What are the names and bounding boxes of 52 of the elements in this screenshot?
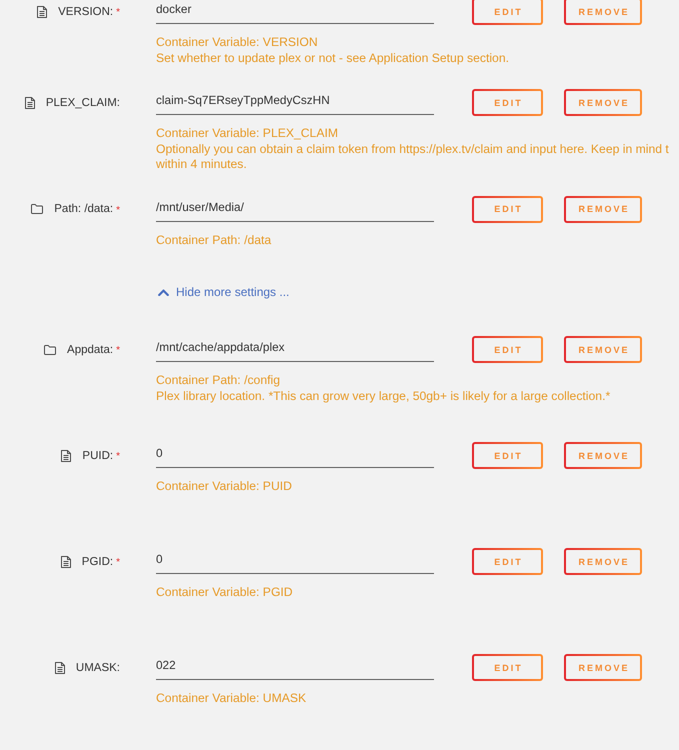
- field-label: Appdata:: [67, 344, 114, 356]
- text-field[interactable]: 0: [156, 442, 434, 468]
- edit-button[interactable]: EDIT: [472, 196, 543, 222]
- field-description: Container Variable: VERSION: [156, 35, 318, 50]
- field-description: Container Variable: PLEX_CLAIM: [156, 126, 338, 142]
- field-description: Plex library location. *This can grow very large, 50gb+ is likely for a large collection.*: [156, 388, 610, 404]
- remove-button[interactable]: REMOVE: [564, 442, 642, 469]
- field-description: Container Path: /config: [156, 373, 280, 388]
- required-asterisk: *: [116, 452, 120, 462]
- required-asterisk: *: [116, 558, 120, 568]
- document-icon: [60, 556, 71, 568]
- remove-button[interactable]: REMOVE: [564, 336, 642, 363]
- hide-settings-link[interactable]: Hide more settings ...: [156, 284, 290, 300]
- field-label: PUID:: [82, 450, 114, 462]
- required-asterisk: *: [116, 206, 120, 216]
- field-description: Optionally you can obtain a claim token from https://plex.tv/claim and input here. Keep in mind t: [156, 142, 669, 157]
- field-label: VERSION:: [58, 6, 114, 18]
- edit-button[interactable]: EDIT: [472, 336, 543, 363]
- folder-icon: [44, 344, 56, 354]
- text-field[interactable]: 022: [156, 654, 434, 680]
- text-field[interactable]: /mnt/cache/appdata/plex: [156, 336, 434, 362]
- field-description: Container Variable: PGID: [156, 585, 293, 600]
- field-label: UMASK:: [76, 662, 120, 674]
- remove-button[interactable]: REMOVE: [564, 196, 642, 222]
- remove-button[interactable]: REMOVE: [564, 0, 642, 25]
- field-label: PLEX_CLAIM:: [46, 96, 120, 108]
- field-description: Container Path: /data: [156, 232, 272, 248]
- document-icon: [24, 96, 35, 108]
- edit-button[interactable]: EDIT: [472, 0, 543, 25]
- text-field[interactable]: /mnt/user/Media/: [156, 196, 434, 222]
- field-label: Path: /data:: [54, 203, 114, 215]
- document-icon: [37, 6, 48, 18]
- required-asterisk: *: [116, 346, 120, 356]
- edit-button[interactable]: EDIT: [472, 442, 543, 469]
- required-asterisk: *: [116, 8, 120, 18]
- field-description: Container Variable: UMASK: [156, 691, 306, 706]
- remove-button[interactable]: REMOVE: [564, 654, 642, 681]
- edit-button[interactable]: EDIT: [472, 548, 543, 575]
- field-label: PGID:: [82, 556, 114, 568]
- text-field[interactable]: docker: [156, 0, 434, 24]
- remove-button[interactable]: REMOVE: [564, 548, 642, 575]
- remove-button[interactable]: REMOVE: [564, 89, 642, 116]
- edit-button[interactable]: EDIT: [472, 89, 543, 116]
- field-description: Set whether to update plex or not - see Application Setup section.: [156, 50, 509, 66]
- folder-icon: [31, 204, 44, 214]
- field-description: Container Variable: PUID: [156, 479, 292, 494]
- edit-button[interactable]: EDIT: [472, 654, 543, 681]
- document-icon: [61, 450, 72, 462]
- text-field[interactable]: 0: [156, 548, 434, 574]
- document-icon: [54, 662, 65, 674]
- text-field[interactable]: claim-Sq7ERseyTppMedyCszHN: [156, 89, 434, 115]
- field-description: within 4 minutes.: [156, 157, 247, 172]
